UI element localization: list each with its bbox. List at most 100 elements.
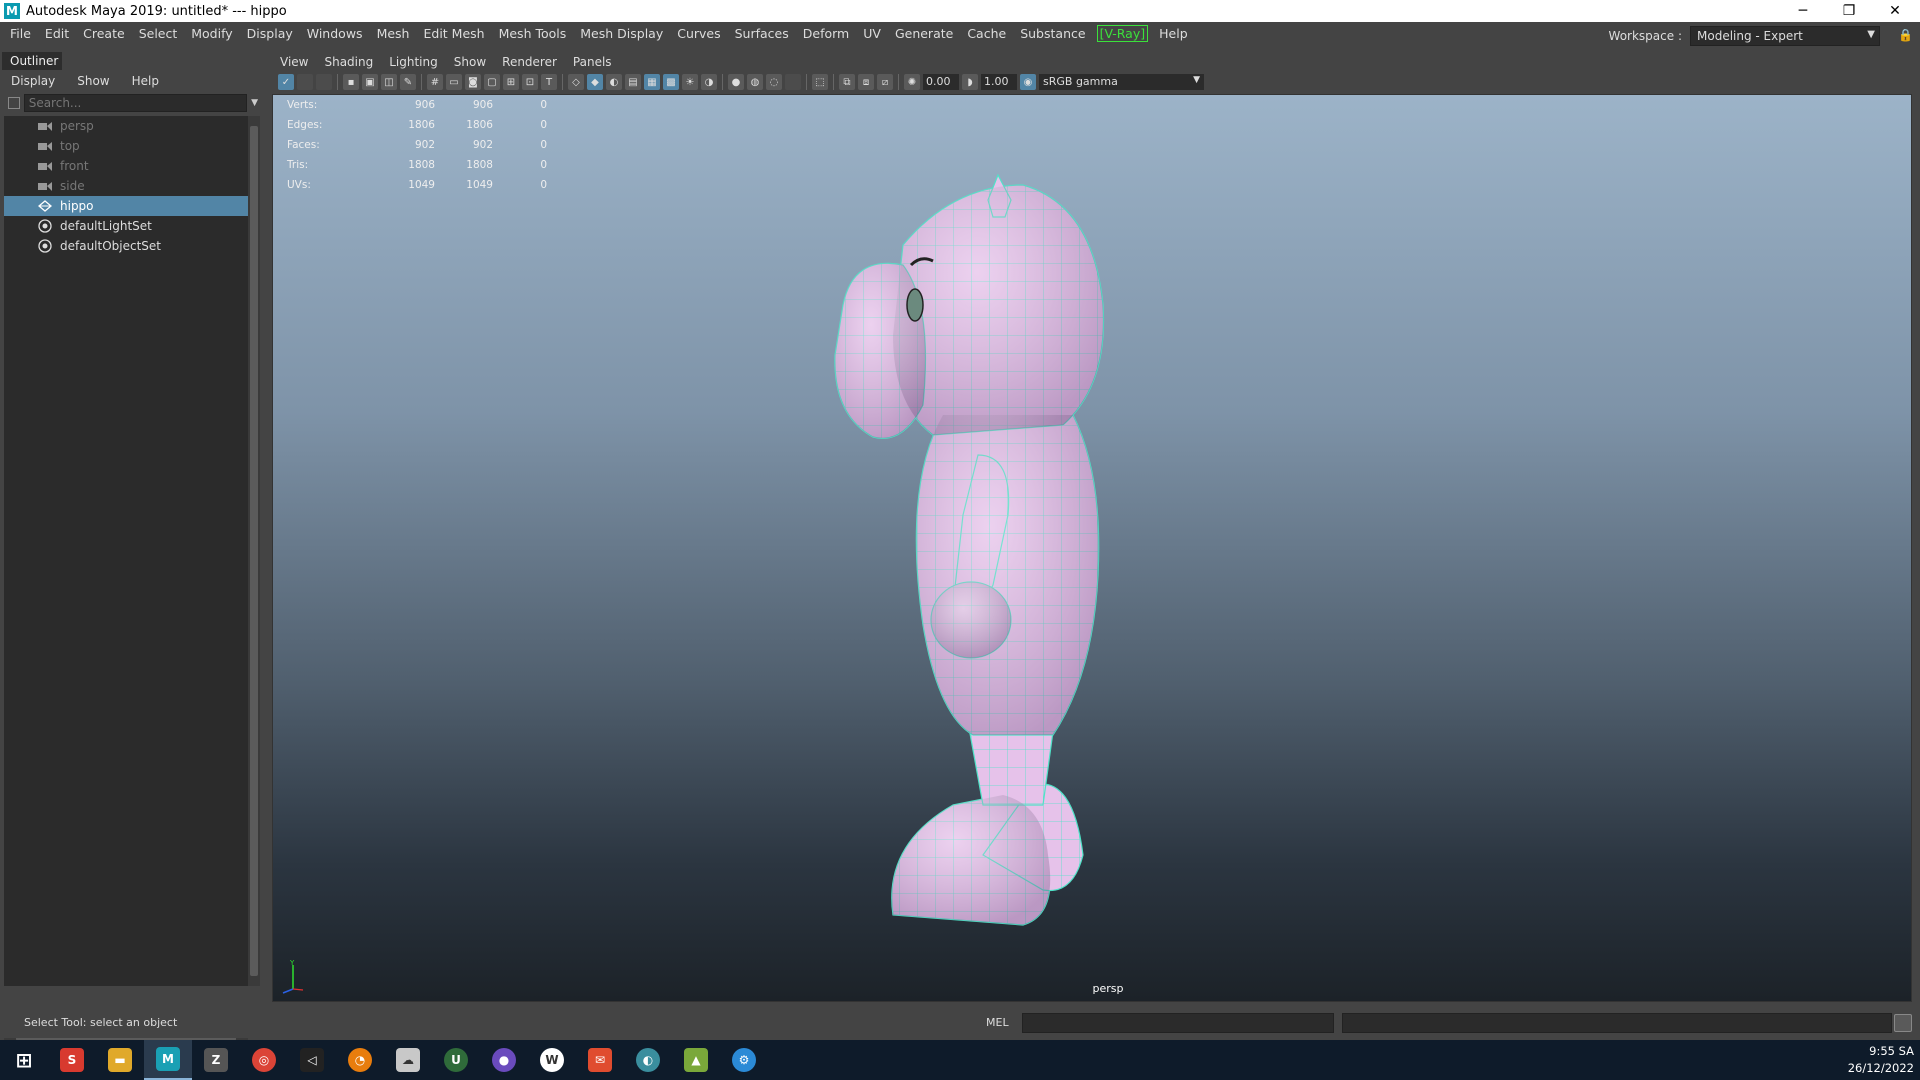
menu-uv[interactable]: UV: [856, 26, 888, 41]
taskbar-app[interactable]: ◎: [240, 1040, 288, 1080]
outliner-item-side[interactable]: side: [4, 176, 248, 196]
viewport-menu-shading[interactable]: Shading: [316, 55, 381, 69]
exposure-icon[interactable]: ✺: [904, 74, 920, 90]
close-button[interactable]: ✕: [1872, 0, 1918, 22]
lock-camera-icon[interactable]: [297, 74, 313, 90]
menu-mesh-tools[interactable]: Mesh Tools: [492, 26, 574, 41]
menu-modify[interactable]: Modify: [184, 26, 239, 41]
viewport-3d[interactable]: Verts: 906 906 0 Edges: 1806 1806 0 Face…: [272, 94, 1912, 1002]
menu-edit[interactable]: Edit: [38, 26, 76, 41]
lock-icon[interactable]: 🔒: [1898, 28, 1913, 44]
resolution-gate-icon[interactable]: ◙: [465, 74, 481, 90]
viewport-menu-show[interactable]: Show: [446, 55, 494, 69]
taskbar-app-active[interactable]: M: [144, 1040, 192, 1080]
menu-deform[interactable]: Deform: [796, 26, 856, 41]
taskbar-app[interactable]: ☁: [384, 1040, 432, 1080]
menu-mesh[interactable]: Mesh: [370, 26, 417, 41]
mel-language-toggle[interactable]: MEL: [986, 1016, 1009, 1029]
bookmark-icon[interactable]: ▪: [343, 74, 359, 90]
outliner-menu-display[interactable]: Display: [0, 74, 66, 88]
windows-start-button[interactable]: ⊞: [0, 1040, 48, 1080]
viewport-menu-panels[interactable]: Panels: [565, 55, 620, 69]
default-material-icon[interactable]: ◐: [606, 74, 622, 90]
viewport-menu-view[interactable]: View: [272, 55, 316, 69]
outliner-item-defaultlightset[interactable]: defaultLightSet: [4, 216, 248, 236]
anti-aliasing-icon[interactable]: ◌: [766, 74, 782, 90]
xray-icon[interactable]: ▩: [663, 74, 679, 90]
menu-help[interactable]: Help: [1152, 26, 1195, 41]
backface-culling-icon[interactable]: ⧄: [877, 74, 893, 90]
shadows-icon[interactable]: ◑: [701, 74, 717, 90]
gamma-field[interactable]: 1.00: [981, 74, 1017, 90]
menu-generate[interactable]: Generate: [888, 26, 960, 41]
film-gate-icon[interactable]: ▭: [446, 74, 462, 90]
minimize-button[interactable]: ─: [1780, 0, 1826, 22]
outliner-item-defaultobjectset[interactable]: defaultObjectSet: [4, 236, 248, 256]
motion-blur-icon[interactable]: ◍: [747, 74, 763, 90]
use-all-lights-icon[interactable]: ☀: [682, 74, 698, 90]
wireframe-icon[interactable]: ◇: [568, 74, 584, 90]
taskbar-app[interactable]: Z: [192, 1040, 240, 1080]
xray-active-icon[interactable]: ⧈: [858, 74, 874, 90]
taskbar-app[interactable]: ✉: [576, 1040, 624, 1080]
select-camera-icon[interactable]: ✓: [278, 74, 294, 90]
grease-pencil-icon[interactable]: ✎: [400, 74, 416, 90]
scrollbar-thumb[interactable]: [250, 126, 258, 976]
viewport-menu-lighting[interactable]: Lighting: [381, 55, 446, 69]
2d-pan-zoom-icon[interactable]: ◫: [381, 74, 397, 90]
taskbar-app[interactable]: S: [48, 1040, 96, 1080]
textured-icon[interactable]: ▤: [625, 74, 641, 90]
filter-icon[interactable]: [8, 97, 20, 109]
color-management-icon[interactable]: ◉: [1020, 74, 1036, 90]
camera-attributes-icon[interactable]: [316, 74, 332, 90]
grid-icon[interactable]: #: [427, 74, 443, 90]
outliner-tab[interactable]: Outliner: [2, 52, 62, 70]
outliner-item-persp[interactable]: persp: [4, 116, 248, 136]
taskbar-app[interactable]: ●: [480, 1040, 528, 1080]
menu-mesh-display[interactable]: Mesh Display: [573, 26, 670, 41]
outliner-item-front[interactable]: front: [4, 156, 248, 176]
smooth-shade-icon[interactable]: ◆: [587, 74, 603, 90]
ambient-occlusion-icon[interactable]: ●: [728, 74, 744, 90]
menu-select[interactable]: Select: [132, 26, 185, 41]
menu-file[interactable]: File: [0, 26, 38, 41]
script-editor-icon[interactable]: [1894, 1014, 1912, 1032]
mel-command-input[interactable]: [1022, 1013, 1334, 1033]
gamma-icon[interactable]: ◗: [962, 74, 978, 90]
restore-button[interactable]: ❐: [1826, 0, 1872, 22]
outliner-search-input[interactable]: [23, 94, 248, 112]
image-plane-icon[interactable]: ▣: [362, 74, 378, 90]
field-chart-icon[interactable]: ⊞: [503, 74, 519, 90]
menu-vray[interactable]: [V-Ray]: [1096, 24, 1149, 42]
menu-substance[interactable]: Substance: [1013, 26, 1092, 41]
exposure-field[interactable]: 0.00: [923, 74, 959, 90]
hippo-model[interactable]: [773, 155, 1223, 955]
taskbar-app[interactable]: W: [528, 1040, 576, 1080]
taskbar-app[interactable]: U: [432, 1040, 480, 1080]
taskbar-app[interactable]: ◁: [288, 1040, 336, 1080]
chevron-down-icon[interactable]: ▼: [251, 98, 258, 108]
safe-action-icon[interactable]: ⊡: [522, 74, 538, 90]
viewport-menu-renderer[interactable]: Renderer: [494, 55, 565, 69]
taskbar-app[interactable]: ⚙: [720, 1040, 768, 1080]
menu-create[interactable]: Create: [76, 26, 132, 41]
taskbar-app[interactable]: ▬: [96, 1040, 144, 1080]
outliner-menu-show[interactable]: Show: [66, 74, 120, 88]
menu-surfaces[interactable]: Surfaces: [728, 26, 796, 41]
menu-curves[interactable]: Curves: [670, 26, 727, 41]
taskbar-app[interactable]: ▲: [672, 1040, 720, 1080]
outliner-item-top[interactable]: top: [4, 136, 248, 156]
menu-cache[interactable]: Cache: [960, 26, 1013, 41]
color-space-dropdown[interactable]: sRGB gamma ▼: [1039, 74, 1204, 90]
taskbar-app[interactable]: ◐: [624, 1040, 672, 1080]
depth-of-field-icon[interactable]: [785, 74, 801, 90]
safe-title-icon[interactable]: T: [541, 74, 557, 90]
xray-joints-icon[interactable]: ⧉: [839, 74, 855, 90]
menu-edit-mesh[interactable]: Edit Mesh: [416, 26, 491, 41]
taskbar-app[interactable]: ◔: [336, 1040, 384, 1080]
isolate-select-icon[interactable]: ⬚: [812, 74, 828, 90]
outliner-vertical-scrollbar[interactable]: [248, 116, 260, 986]
menu-windows[interactable]: Windows: [300, 26, 370, 41]
workspace-dropdown[interactable]: Modeling - Expert ▼: [1690, 26, 1880, 46]
gate-mask-icon[interactable]: ▢: [484, 74, 500, 90]
